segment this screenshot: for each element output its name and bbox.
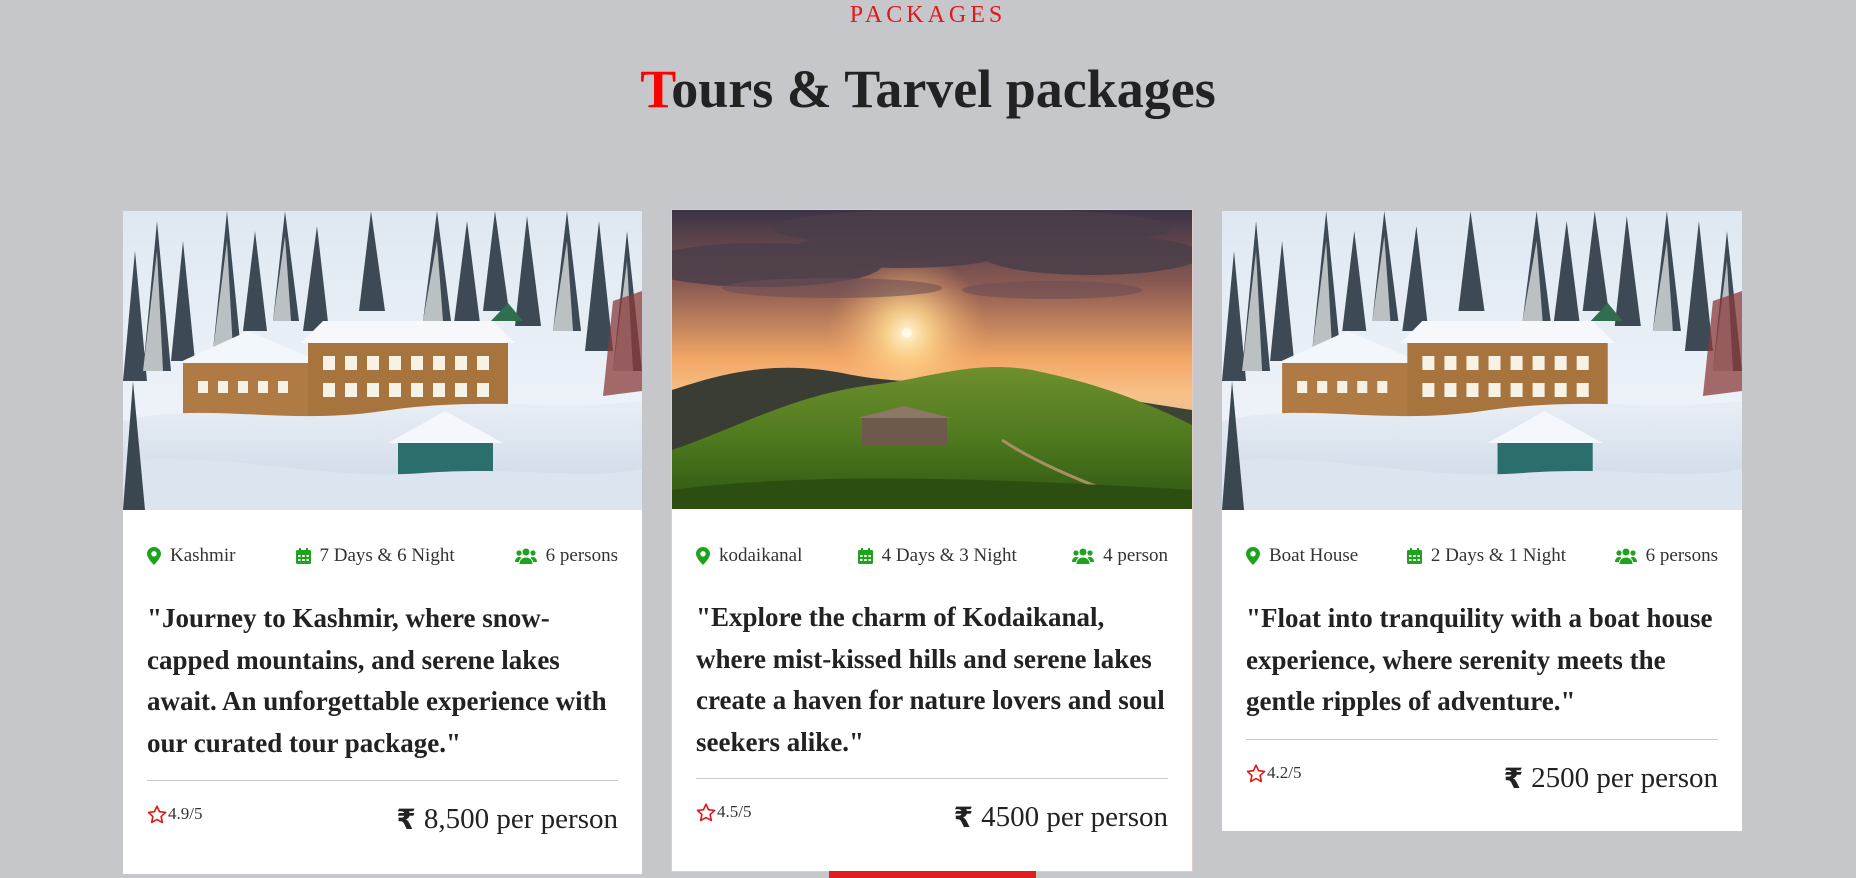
active-card-indicator: [829, 871, 1036, 878]
map-pin-icon: [147, 547, 161, 565]
rating: 4.2/5: [1246, 763, 1301, 783]
package-card-kashmir[interactable]: Kashmir 7 Days & 6 Night 6 persons "Jour…: [123, 211, 642, 874]
price: ₹ 4500 per person: [954, 801, 1168, 834]
rating-value: 4.5/5: [717, 802, 752, 821]
package-meta: Kashmir 7 Days & 6 Night 6 persons: [147, 545, 618, 567]
divider: [696, 778, 1168, 779]
rupee-icon: ₹: [1503, 762, 1524, 795]
star-icon: [1246, 763, 1266, 782]
map-pin-icon: [1246, 547, 1260, 565]
duration-label: 7 Days & 6 Night: [319, 545, 455, 566]
package-card-boat-house[interactable]: Boat House 2 Days & 1 Night 6 persons "F…: [1222, 211, 1742, 831]
package-meta: Boat House 2 Days & 1 Night 6 persons: [1246, 545, 1718, 567]
package-description: "Explore the charm of Kodaikanal, where …: [696, 602, 1165, 757]
divider: [147, 780, 618, 781]
section-eyebrow: PACKAGES: [849, 2, 1007, 28]
title-first-letter: T: [640, 59, 672, 119]
location-label: kodaikanal: [719, 545, 803, 566]
rating-value: 4.2/5: [1267, 763, 1302, 782]
location: Boat House: [1246, 545, 1358, 567]
persons-label: 6 persons: [545, 545, 618, 566]
price-label: 2500 per person: [1531, 762, 1718, 794]
package-meta: kodaikanal 4 Days & 3 Night 4 person: [696, 545, 1168, 567]
divider: [1246, 739, 1718, 740]
rating-value: 4.9/5: [168, 804, 203, 823]
price-label: 8,500 per person: [423, 803, 618, 835]
calendar-icon: [295, 548, 311, 564]
title-rest: ours & Tarvel packages: [671, 59, 1216, 119]
persons-label: 6 persons: [1645, 545, 1718, 566]
location: Kashmir: [147, 545, 235, 567]
persons: 6 persons: [1614, 545, 1718, 567]
users-icon: [1614, 548, 1637, 564]
rupee-icon: ₹: [396, 803, 416, 836]
calendar-icon: [857, 548, 873, 564]
rupee-icon: ₹: [953, 801, 974, 834]
package-image: [123, 211, 642, 510]
duration: 7 Days & 6 Night: [295, 545, 455, 567]
package-image: [672, 210, 1192, 509]
persons: 4 person: [1072, 545, 1168, 567]
section-title: Tours & Tarvel packages: [0, 58, 1856, 120]
duration-label: 2 Days & 1 Night: [1430, 545, 1566, 566]
persons-label: 4 person: [1103, 545, 1168, 566]
duration: 4 Days & 3 Night: [857, 545, 1017, 567]
star-icon: [696, 802, 716, 821]
map-pin-icon: [696, 547, 710, 565]
price-label: 4500 per person: [981, 801, 1168, 833]
persons: 6 persons: [514, 545, 618, 567]
users-icon: [1072, 548, 1095, 564]
package-image: [1222, 211, 1742, 510]
price: ₹ 8,500 per person: [396, 803, 618, 836]
rating: 4.9/5: [147, 804, 202, 824]
price: ₹ 2500 per person: [1504, 762, 1718, 795]
star-icon: [147, 804, 167, 823]
package-description: "Journey to Kashmir, where snow-capped m…: [147, 603, 607, 758]
location: kodaikanal: [696, 545, 802, 567]
rating: 4.5/5: [696, 802, 751, 822]
package-description: "Float into tranquility with a boat hous…: [1246, 603, 1713, 716]
duration-label: 4 Days & 3 Night: [881, 545, 1017, 566]
users-icon: [514, 548, 537, 564]
duration: 2 Days & 1 Night: [1406, 545, 1566, 567]
location-label: Kashmir: [170, 545, 236, 566]
location-label: Boat House: [1269, 545, 1359, 566]
package-card-kodaikanal[interactable]: kodaikanal 4 Days & 3 Night 4 person "Ex…: [672, 210, 1192, 871]
calendar-icon: [1406, 548, 1422, 564]
